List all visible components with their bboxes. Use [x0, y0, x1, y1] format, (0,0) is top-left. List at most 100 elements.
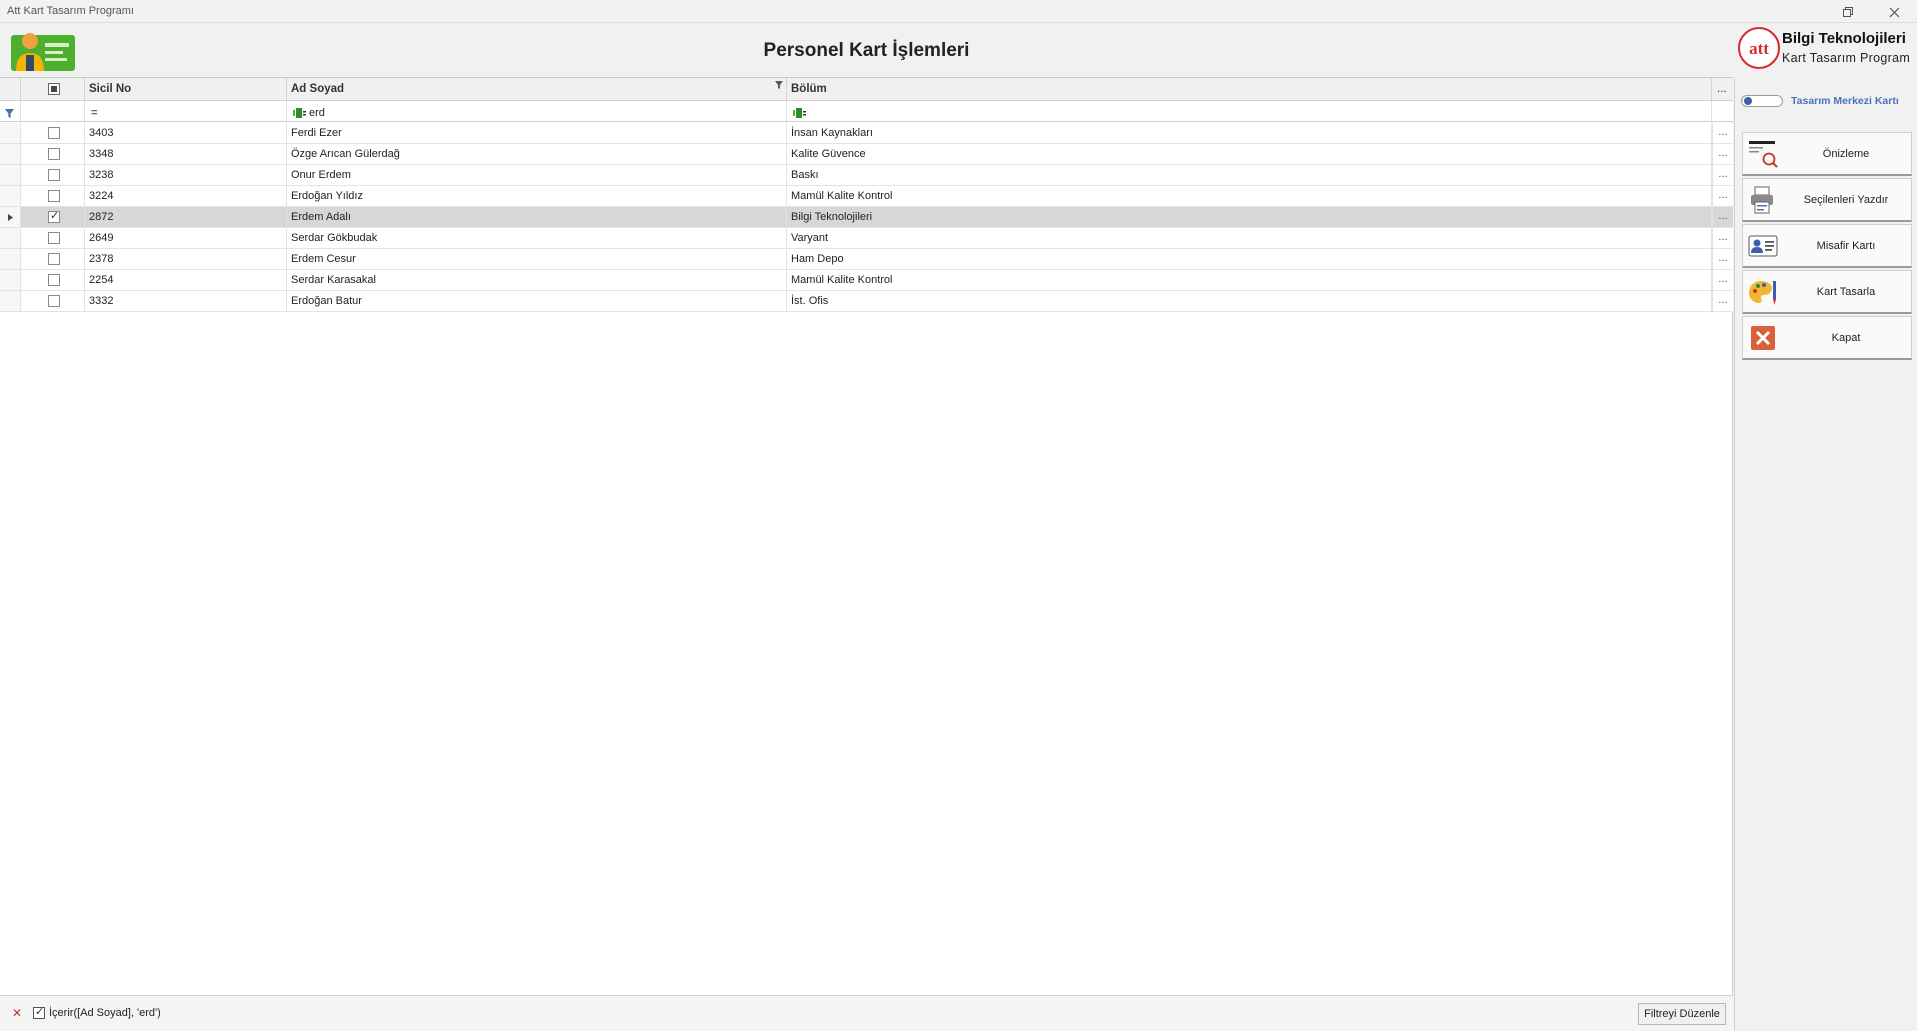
- close-window-button[interactable]: [1881, 2, 1907, 22]
- filter-cell-ad-soyad[interactable]: erd: [287, 101, 787, 121]
- filter-cell-sicil[interactable]: =: [85, 101, 287, 121]
- cell-bolum[interactable]: İnsan Kaynakları: [787, 123, 1712, 143]
- row-check-cell[interactable]: [21, 249, 85, 269]
- row-check-cell[interactable]: [21, 186, 85, 206]
- table-row[interactable]: 2378 Erdem Cesur Ham Depo...: [0, 249, 1733, 270]
- guest-card-button[interactable]: Misafir Kartı: [1742, 224, 1912, 268]
- design-center-toggle[interactable]: [1741, 95, 1783, 107]
- cell-sicil[interactable]: 2872: [85, 207, 287, 227]
- cell-sicil[interactable]: 3224: [85, 186, 287, 206]
- row-action-button[interactable]: ...: [1712, 186, 1733, 206]
- row-check-cell[interactable]: [21, 207, 85, 227]
- filter-enabled-checkbox[interactable]: [33, 1005, 45, 1019]
- row-checkbox[interactable]: [48, 232, 60, 244]
- row-indicator[interactable]: [0, 291, 21, 311]
- row-indicator[interactable]: [0, 165, 21, 185]
- select-all-checkbox[interactable]: [48, 83, 60, 95]
- cell-bolum[interactable]: Kalite Güvence: [787, 144, 1712, 164]
- row-checkbox[interactable]: [48, 127, 60, 139]
- row-action-button[interactable]: ...: [1712, 249, 1733, 269]
- row-checkbox[interactable]: [48, 169, 60, 181]
- table-row[interactable]: 3332 Erdoğan Batur İst. Ofis...: [0, 291, 1733, 312]
- cell-sicil[interactable]: 2378: [85, 249, 287, 269]
- row-check-cell[interactable]: [21, 165, 85, 185]
- row-indicator[interactable]: [0, 186, 21, 206]
- row-check-cell[interactable]: [21, 270, 85, 290]
- cell-ad-soyad[interactable]: Özge Arıcan Gülerdağ: [287, 144, 787, 164]
- cell-bolum[interactable]: Mamül Kalite Kontrol: [787, 270, 1712, 290]
- table-row[interactable]: 3403 Ferdi Ezer İnsan Kaynakları...: [0, 123, 1733, 144]
- column-chooser-button[interactable]: ...: [1712, 78, 1733, 100]
- cell-ad-soyad[interactable]: Serdar Gökbudak: [287, 228, 787, 248]
- row-check-cell[interactable]: [21, 228, 85, 248]
- cell-ad-soyad[interactable]: Erdem Adalı: [287, 207, 787, 227]
- print-selected-button[interactable]: Seçilenleri Yazdır: [1742, 178, 1912, 222]
- row-action-button[interactable]: ...: [1712, 228, 1733, 248]
- clear-filter-icon[interactable]: ✕: [12, 1006, 22, 1020]
- row-checkbox[interactable]: [48, 209, 60, 223]
- row-action-button[interactable]: ...: [1712, 144, 1733, 164]
- row-check-cell[interactable]: [21, 123, 85, 143]
- cell-bolum[interactable]: İst. Ofis: [787, 291, 1712, 311]
- row-action-button[interactable]: ...: [1712, 207, 1733, 227]
- cell-bolum[interactable]: Varyant: [787, 228, 1712, 248]
- restore-button[interactable]: [1835, 2, 1861, 22]
- column-filter-icon[interactable]: [775, 81, 783, 89]
- edit-filter-button[interactable]: Filtreyi Düzenle: [1638, 1003, 1726, 1025]
- table-row[interactable]: 3238 Onur Erdem Baskı...: [0, 165, 1733, 186]
- column-header-bolum[interactable]: Bölüm: [787, 78, 1712, 100]
- row-check-cell[interactable]: [21, 144, 85, 164]
- row-check-cell[interactable]: [21, 291, 85, 311]
- cell-ad-soyad[interactable]: Serdar Karasakal: [287, 270, 787, 290]
- current-row-arrow-icon: [8, 214, 13, 221]
- row-action-button[interactable]: ...: [1712, 165, 1733, 185]
- table-row[interactable]: 3348 Özge Arıcan Gülerdağ Kalite Güvence..…: [0, 144, 1733, 165]
- close-icon: [1889, 7, 1899, 17]
- row-checkbox[interactable]: [48, 253, 60, 265]
- restore-icon: [1843, 7, 1853, 17]
- row-action-button[interactable]: ...: [1712, 270, 1733, 290]
- row-indicator[interactable]: [0, 207, 21, 227]
- cell-ad-soyad[interactable]: Erdem Cesur: [287, 249, 787, 269]
- cell-sicil[interactable]: 3332: [85, 291, 287, 311]
- filter-row-indicator: [0, 101, 21, 121]
- row-indicator[interactable]: [0, 270, 21, 290]
- table-row[interactable]: 2872Erdem AdalıBilgi Teknolojileri...: [0, 207, 1733, 228]
- select-all-header[interactable]: [21, 78, 85, 100]
- table-row[interactable]: 2254 Serdar Karasakal Mamül Kalite Kontrol…: [0, 270, 1733, 291]
- cell-ad-soyad[interactable]: Erdoğan Yıldız: [287, 186, 787, 206]
- close-button[interactable]: Kapat: [1742, 316, 1912, 360]
- cell-ad-soyad[interactable]: Erdoğan Batur: [287, 291, 787, 311]
- row-action-button[interactable]: ...: [1712, 291, 1733, 311]
- row-action-button[interactable]: ...: [1712, 123, 1733, 143]
- column-header-ad-soyad[interactable]: Ad Soyad: [287, 78, 787, 100]
- row-checkbox[interactable]: [48, 274, 60, 286]
- row-checkbox[interactable]: [48, 148, 60, 160]
- cell-bolum[interactable]: Baskı: [787, 165, 1712, 185]
- active-filter-text[interactable]: İçerir([Ad Soyad], 'erd'): [49, 1007, 161, 1019]
- cell-bolum[interactable]: Bilgi Teknolojileri: [787, 207, 1712, 227]
- preview-button[interactable]: Önizleme: [1742, 132, 1912, 176]
- design-card-button[interactable]: Kart Tasarla: [1742, 270, 1912, 314]
- cell-sicil[interactable]: 3238: [85, 165, 287, 185]
- cell-bolum[interactable]: Ham Depo: [787, 249, 1712, 269]
- row-indicator[interactable]: [0, 123, 21, 143]
- row-indicator[interactable]: [0, 144, 21, 164]
- cell-sicil[interactable]: 3403: [85, 123, 287, 143]
- row-checkbox[interactable]: [48, 190, 60, 202]
- table-row[interactable]: 3224 Erdoğan Yıldız Mamül Kalite Kontrol..…: [0, 186, 1733, 207]
- cell-ad-soyad[interactable]: Ferdi Ezer: [287, 123, 787, 143]
- table-row[interactable]: 2649 Serdar Gökbudak Varyant...: [0, 228, 1733, 249]
- cell-bolum[interactable]: Mamül Kalite Kontrol: [787, 186, 1712, 206]
- design-card-button-label: Kart Tasarla: [1816, 286, 1876, 298]
- design-center-toggle-label: Tasarım Merkezi Kartı: [1791, 95, 1899, 107]
- column-header-sicil[interactable]: Sicil No: [85, 78, 287, 100]
- cell-sicil[interactable]: 3348: [85, 144, 287, 164]
- filter-cell-bolum[interactable]: [787, 101, 1712, 121]
- row-checkbox[interactable]: [48, 295, 60, 307]
- cell-sicil[interactable]: 2649: [85, 228, 287, 248]
- row-indicator[interactable]: [0, 228, 21, 248]
- cell-ad-soyad[interactable]: Onur Erdem: [287, 165, 787, 185]
- cell-sicil[interactable]: 2254: [85, 270, 287, 290]
- row-indicator[interactable]: [0, 249, 21, 269]
